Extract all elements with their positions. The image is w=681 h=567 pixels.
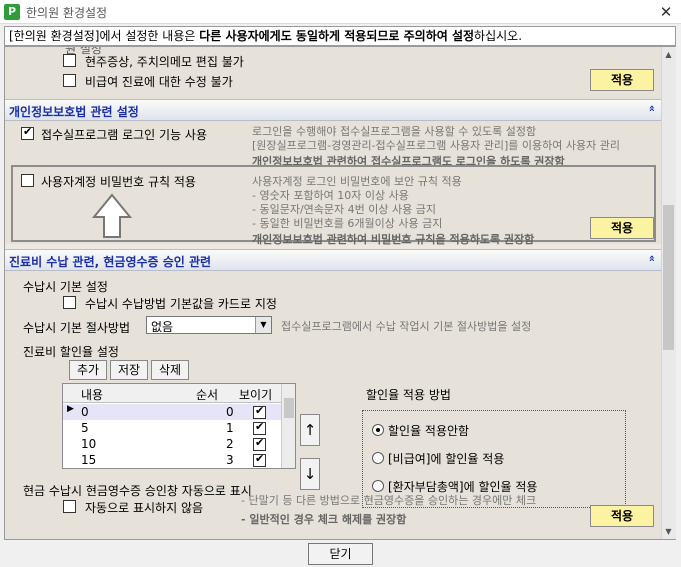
scroll-up-icon[interactable]: ▲	[661, 48, 676, 62]
scroll-down-icon[interactable]: ▼	[661, 525, 676, 539]
grid-cell-content: 10	[81, 437, 97, 451]
grid-header: 내용 순서 보이기	[63, 384, 281, 403]
grid-cell-content: 5	[81, 421, 89, 435]
grid-cell-content: 15	[81, 453, 97, 467]
billing-section-body: 수납시 기본 설정 수납시 수납방법 기본값을 카드로 지정 수납시 기본 절사…	[5, 271, 661, 539]
apply-button-top[interactable]: 적용	[590, 69, 654, 91]
noncovered-lock-label: 비급여 진료에 대한 수정 불가	[85, 75, 233, 89]
grid-cell-order: 3	[226, 453, 234, 467]
rounding-select-value: 없음	[151, 320, 174, 334]
grid-scroll-thumb[interactable]	[284, 398, 294, 418]
desc-line: - 동일문자/연속문자 4번 이상 사용 금지	[252, 203, 436, 216]
grid-visible-checkbox[interactable]	[253, 404, 266, 419]
delete-button[interactable]: 삭제	[151, 360, 189, 380]
window-title: 한의원 환경설정	[26, 6, 108, 20]
column-header-content: 내용	[81, 388, 104, 402]
row-pointer-icon: ▶	[67, 404, 74, 414]
grid-visible-checkbox[interactable]	[253, 420, 266, 435]
login-feature-checkbox[interactable]	[21, 125, 34, 140]
default-settings-label: 수납시 기본 설정	[23, 280, 108, 294]
billing-section-header: 진료비 수납 관련, 현금영수증 승인 관련 »	[5, 249, 661, 271]
top-section: 원 설정 현주증상, 주치의메모 편집 불가 비급여 진료에 대한 수정 불가 …	[5, 47, 661, 104]
grid-cell-order: 1	[226, 421, 234, 435]
apply-button-billing[interactable]: 적용	[590, 505, 654, 527]
rounding-description: 접수실프로그램에서 수납 작업시 기본 절사방법을 설정	[281, 320, 532, 333]
method-noncovered-label: [비급여]에 할인율 적용	[388, 452, 505, 466]
apply-button-privacy[interactable]: 적용	[590, 217, 654, 239]
desc-line: [원장실프로그램-경영관리-접수실프로그램 사용자 관리]를 이용하여 사용자 …	[252, 139, 620, 152]
privacy-section-body: 접수실프로그램 로그인 기능 사용 로그인을 수행해야 접수실프로그램을 사용할…	[5, 121, 661, 247]
method-total-radio[interactable]	[372, 480, 384, 492]
cash-description: - 단말기 등 다른 방법으로 현금영수증을 승인하는 경우에만 체크	[241, 494, 537, 507]
method-total-label: [환자부담총액]에 할인율 적용	[388, 480, 538, 494]
privacy-section-header: 개인정보보호법 관련 설정 »	[5, 99, 661, 121]
app-icon: P	[4, 4, 20, 20]
rounding-select[interactable]: 없음 ▼	[146, 316, 272, 334]
column-header-order: 순서	[196, 388, 219, 402]
close-button[interactable]: 닫기	[308, 543, 373, 565]
desc-bold-line: 개인정보보호법 관련하여 비밀번호 규칙을 적용하도록 권장함	[252, 233, 535, 246]
grid-cell-order: 2	[226, 437, 234, 451]
edit-lock-checkbox[interactable]	[63, 54, 76, 67]
table-row[interactable]: 5 1	[63, 420, 281, 436]
chevron-down-icon[interactable]: ▼	[255, 317, 271, 333]
collapse-icon[interactable]: »	[645, 255, 658, 262]
rounding-label: 수납시 기본 절사방법	[23, 321, 130, 335]
collapse-icon[interactable]: »	[645, 105, 658, 112]
grid-visible-checkbox[interactable]	[253, 452, 266, 467]
table-row[interactable]: 15 3	[63, 452, 281, 468]
table-row[interactable]: 10 2	[63, 436, 281, 452]
notice-text-2: 하십시오.	[474, 29, 523, 43]
card-default-checkbox[interactable]	[63, 296, 76, 309]
method-none-label: 할인율 적용안함	[388, 424, 470, 438]
cash-description-bold: - 일반적인 경우 체크 해제를 권장함	[241, 513, 407, 526]
grid-visible-checkbox[interactable]	[253, 436, 266, 451]
desc-line: - 동일한 비밀번호를 6개월이상 사용 금지	[252, 217, 443, 230]
desc-line: 사용자계정 로그인 비밀번호에 보안 규칙 적용	[252, 175, 462, 188]
method-none-radio[interactable]	[372, 424, 384, 436]
cash-auto-label: 자동으로 표시하지 않음	[85, 501, 204, 515]
main-scroll-thumb[interactable]	[663, 205, 674, 350]
edit-lock-label: 현주증상, 주치의메모 편집 불가	[85, 55, 244, 69]
column-header-visible: 보이기	[239, 388, 273, 402]
notice-text-bold: 다른 사용자에게도 동일하게 적용되므로 주의하여 설정	[199, 29, 475, 43]
table-row[interactable]: ▶ 0 0	[63, 404, 281, 420]
discount-label: 진료비 할인율 설정	[23, 345, 119, 359]
move-down-button[interactable]: ↓	[300, 458, 320, 490]
title-bar: P 한의원 환경설정 ✕	[0, 0, 681, 24]
password-rule-label: 사용자계정 비밀번호 규칙 적용	[41, 175, 196, 189]
save-button[interactable]: 저장	[110, 360, 148, 380]
billing-section-title: 진료비 수납 관련, 현금영수증 승인 관련	[9, 255, 212, 269]
close-icon[interactable]: ✕	[656, 2, 676, 22]
cash-receipt-label: 현금 수납시 현금영수증 승인창 자동으로 표시	[23, 484, 252, 498]
method-noncovered-radio[interactable]	[372, 452, 384, 464]
warning-notice: [한의원 환경설정]에서 설정한 내용은 다른 사용자에게도 동일하게 적용되므…	[4, 26, 676, 46]
desc-line: 로그인을 수행해야 접수실프로그램을 사용할 수 있도록 설정함	[252, 125, 537, 138]
noncovered-lock-checkbox[interactable]	[63, 74, 76, 87]
login-feature-description: 로그인을 수행해야 접수실프로그램을 사용할 수 있도록 설정함 [원장실프로그…	[252, 125, 620, 169]
arrow-up-icon	[91, 193, 133, 238]
cash-auto-checkbox[interactable]	[63, 500, 76, 513]
settings-content: 원 설정 현주증상, 주치의메모 편집 불가 비급여 진료에 대한 수정 불가 …	[5, 47, 661, 539]
add-button[interactable]: 추가	[69, 360, 107, 380]
privacy-section-title: 개인정보보호법 관련 설정	[9, 105, 139, 119]
method-title: 할인율 적용 방법	[366, 388, 451, 402]
grid-cell-content: 0	[81, 405, 89, 419]
password-rule-checkbox[interactable]	[21, 174, 34, 187]
password-rule-description: 사용자계정 로그인 비밀번호에 보안 규칙 적용 - 영숫자 포함하여 10자 …	[252, 175, 534, 247]
grid-scrollbar[interactable]	[281, 384, 295, 468]
discount-grid: 내용 순서 보이기 ▶ 0 0 5 1 10 2 15 3	[62, 383, 296, 469]
grid-cell-order: 0	[226, 405, 234, 419]
desc-line: - 영숫자 포함하여 10자 이상 사용	[252, 189, 409, 202]
card-default-label: 수납시 수납방법 기본값을 카드로 지정	[85, 297, 277, 311]
login-feature-label: 접수실프로그램 로그인 기능 사용	[41, 128, 208, 142]
notice-text-1: [한의원 환경설정]에서 설정한 내용은	[9, 29, 200, 43]
move-up-button[interactable]: ↑	[300, 414, 320, 446]
